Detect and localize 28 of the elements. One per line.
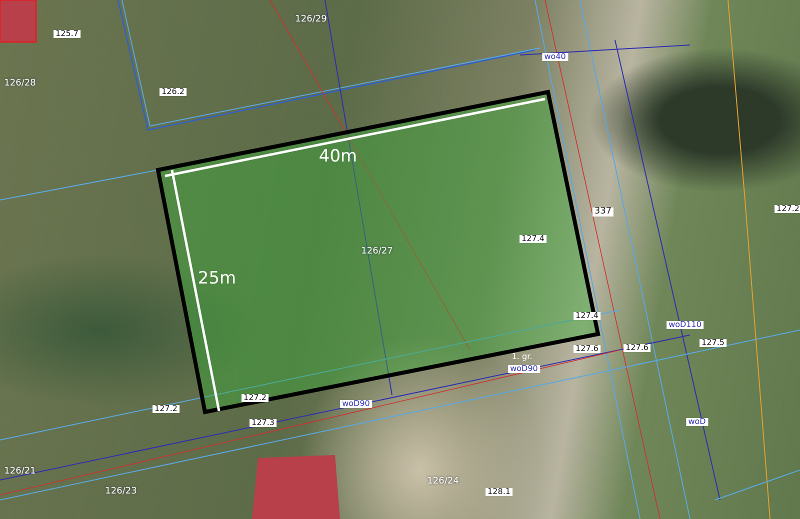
elevation-label: 127.4 xyxy=(520,235,546,243)
elevation-label: 127.3 xyxy=(250,419,276,427)
map-note: 1. gr. xyxy=(512,353,532,361)
building-roof xyxy=(0,0,37,43)
parcel-number: 126/29 xyxy=(295,16,327,24)
utility-label: wo40 xyxy=(542,53,568,61)
dimension-label: 40m xyxy=(318,148,358,166)
utility-label: woD xyxy=(686,418,708,426)
elevation-label: 126.2 xyxy=(160,88,186,96)
dimension-label: 25m xyxy=(198,270,236,288)
elevation-label: 127.2 xyxy=(152,405,180,413)
utility-label: woD90 xyxy=(340,400,372,408)
parcel-number: 126/24 xyxy=(427,478,459,486)
elevation-label: 127.5 xyxy=(700,339,726,347)
elevation-label: 127.2 xyxy=(774,205,800,213)
elevation-label: 127.4 xyxy=(574,312,600,320)
elevation-label: 127.2 xyxy=(242,394,268,402)
elevation-label: 127.6 xyxy=(624,344,650,352)
utility-label: woD90 xyxy=(508,365,540,373)
elevation-label: 128.1 xyxy=(486,488,512,496)
elevation-label: 125.7 xyxy=(54,30,80,38)
parcel-number: 126/21 xyxy=(4,468,36,476)
parcel-number: 126/23 xyxy=(105,488,137,496)
road-number: 337 xyxy=(592,208,614,216)
utility-label: woD110 xyxy=(666,321,704,329)
parcel-number: 126/27 xyxy=(361,248,393,256)
elevation-label: 127.6 xyxy=(574,345,600,353)
parcel-number: 126/28 xyxy=(4,80,36,88)
